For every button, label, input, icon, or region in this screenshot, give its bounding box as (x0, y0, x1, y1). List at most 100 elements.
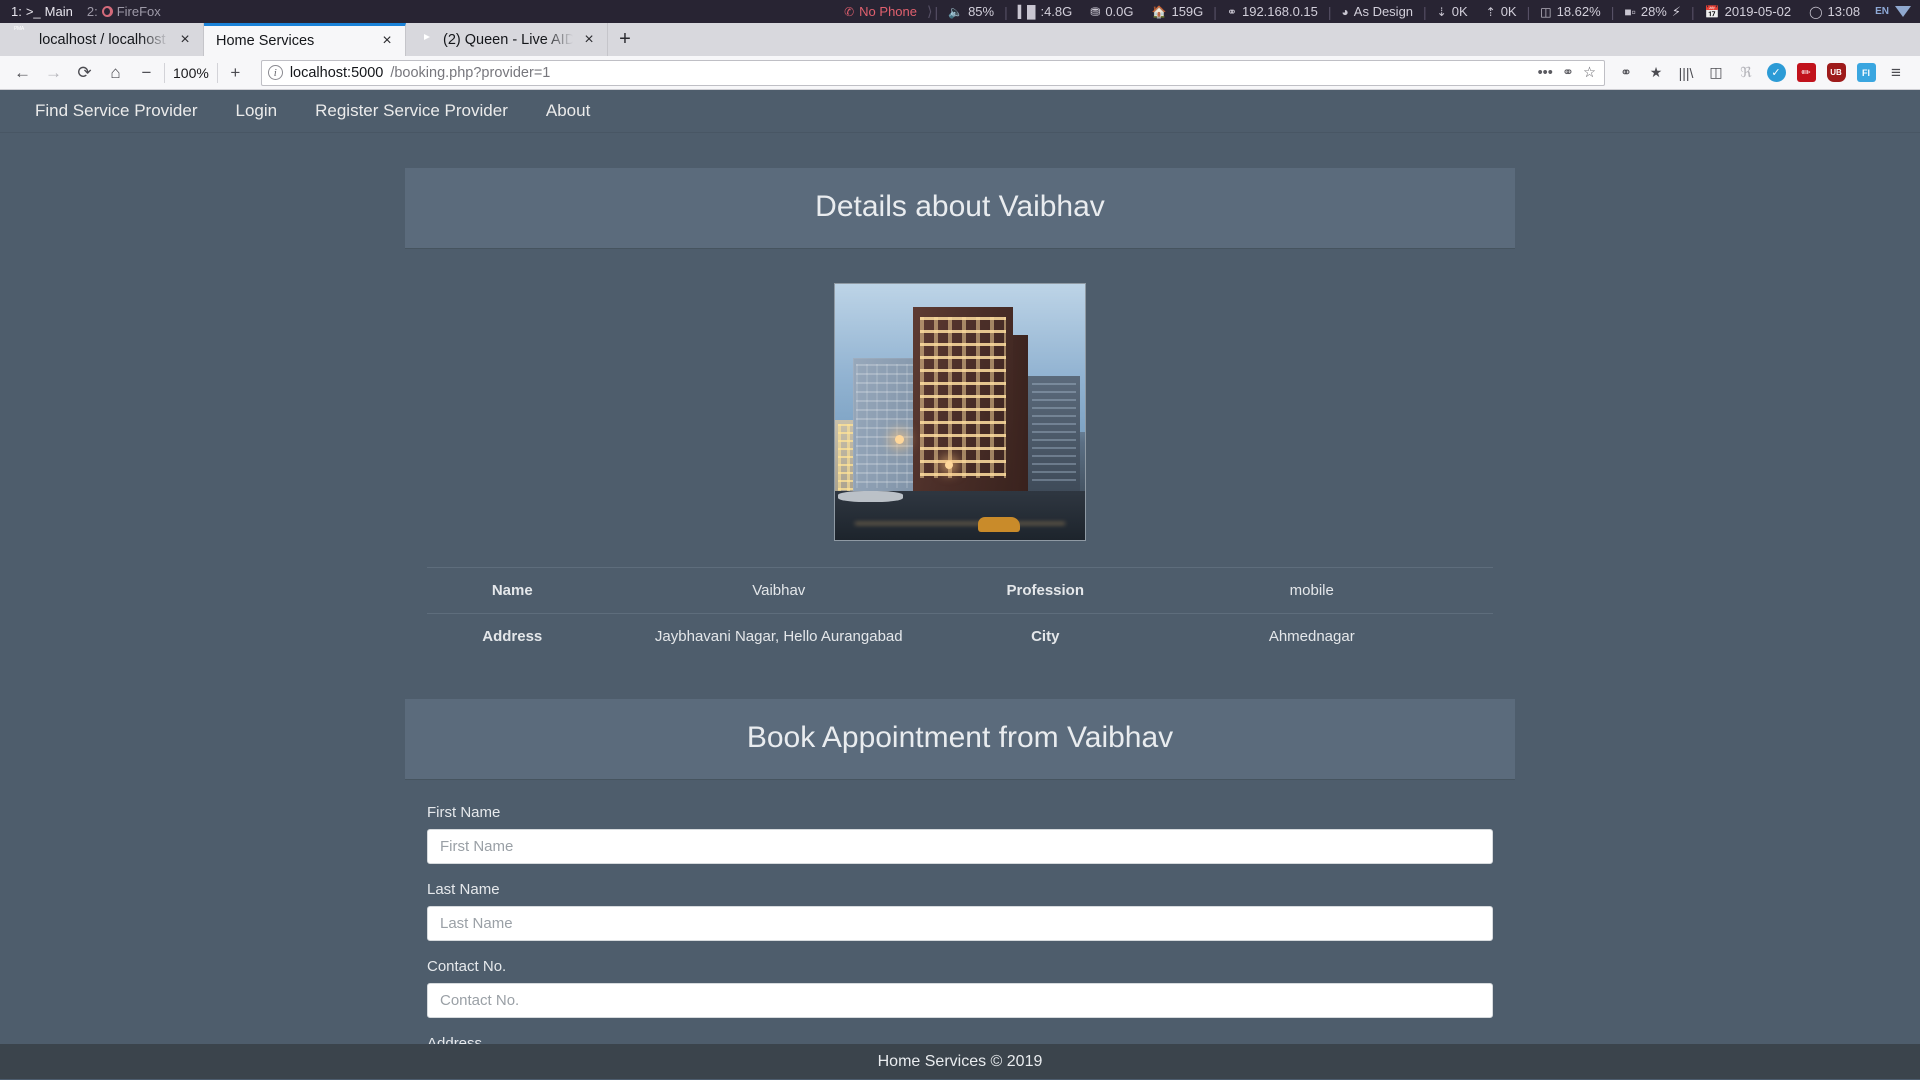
nav-about[interactable]: About (527, 90, 609, 132)
tray-upload-speed[interactable]: ⇡ 0K (1477, 0, 1526, 23)
detail-value-city: Ahmednagar (1130, 613, 1493, 659)
browser-chrome: localhost / localhost / se × Home Servic… (0, 23, 1920, 90)
tray-label: 0K (1451, 4, 1468, 19)
nav-find-service-provider[interactable]: Find Service Provider (16, 90, 217, 132)
language-indicator[interactable]: EN (1869, 6, 1895, 17)
site-info-icon[interactable]: i (267, 65, 283, 80)
extension-toolbar: ⚭ ★ |||\ ◫ ℜ ✓ ✏ UB Fl ≡ (1613, 60, 1913, 86)
tray-label: 0K (1500, 4, 1517, 19)
tray-label: 2019-05-02 (1724, 4, 1792, 19)
close-icon[interactable]: × (177, 31, 193, 48)
field-group-first-name: First Name (427, 804, 1493, 864)
web-page-viewport: Find Service Provider Login Register Ser… (0, 90, 1920, 1079)
tray-label: 85% (968, 4, 995, 19)
save-to-pocket-icon[interactable]: ⚭ (1562, 65, 1574, 81)
photo-building-main (912, 307, 1013, 497)
page-actions-icon[interactable]: ••• (1538, 65, 1553, 81)
details-card: Details about Vaibhav Name Vaibhav Profe… (405, 168, 1515, 677)
tab-title: (2) Queen - Live AID 198 (443, 31, 573, 48)
details-card-header: Details about Vaibhav (405, 168, 1515, 249)
workspace-label: Main (44, 4, 73, 19)
table-row: Name Vaibhav Profession mobile (427, 567, 1493, 614)
detail-key-name: Name (427, 567, 598, 614)
forward-button[interactable]: → (38, 58, 69, 88)
zoom-in-button[interactable]: + (220, 58, 251, 88)
speaker-icon: 🔈 (948, 4, 964, 19)
url-path: /booking.php?provider=1 (390, 64, 551, 81)
workspace-index: 2: (86, 4, 98, 19)
label-first-name: First Name (427, 804, 501, 821)
phpmyadmin-icon (14, 31, 31, 48)
browser-tab-home-services[interactable]: Home Services × (204, 23, 406, 56)
tray-download-speed[interactable]: ⇣ 0K (1428, 0, 1477, 23)
site-navbar: Find Service Provider Login Register Ser… (0, 90, 1920, 132)
home-icon: 🏠 (1151, 4, 1167, 19)
home-button[interactable]: ⌂ (100, 58, 131, 88)
tray-expand-icon[interactable] (1895, 6, 1911, 17)
tray-clock[interactable]: ◯ 13:08 (1800, 0, 1869, 23)
tray-date[interactable]: 📅 2019-05-02 (1696, 0, 1800, 23)
sidebar-icon[interactable]: ◫ (1703, 60, 1729, 86)
calendar-icon: 📅 (1704, 4, 1720, 19)
close-icon[interactable]: × (379, 33, 395, 49)
tab-title: Home Services (216, 33, 315, 49)
reader-icon[interactable]: ℜ (1733, 60, 1759, 86)
script-blocker-icon[interactable]: ✏ (1793, 60, 1819, 86)
graph-icon: ▍█ (1017, 4, 1036, 19)
tray-label: :4.8G (1040, 4, 1073, 19)
hamburger-menu-icon[interactable]: ≡ (1883, 60, 1909, 86)
photo-streetlight (945, 460, 953, 469)
system-tray: ✆ No Phone ⟩ | 🔈 85% | ▍█ :4.8G ⛃ 0.0G 🏠… (835, 0, 1920, 23)
pocket-list-icon[interactable]: ★ (1643, 60, 1669, 86)
tray-memory[interactable]: ◫ 18.62% (1531, 0, 1609, 23)
booking-form: First Name Last Name Contact No. Address (405, 780, 1515, 1079)
first-name-input[interactable] (427, 829, 1493, 864)
detail-key-profession: Profession (959, 567, 1131, 614)
zoom-out-button[interactable]: − (131, 58, 162, 88)
tray-home-storage[interactable]: 🏠 159G (1143, 0, 1213, 23)
provider-photo (834, 283, 1086, 541)
new-tab-button[interactable]: + (608, 23, 642, 56)
detail-key-address: Address (427, 613, 598, 659)
tray-wifi[interactable]: ◕ As Design (1333, 0, 1423, 23)
download-icon: ⇣ (1436, 4, 1447, 19)
url-bar[interactable]: i localhost:5000/booking.php?provider=1 … (260, 59, 1605, 86)
nav-register-service-provider[interactable]: Register Service Provider (296, 90, 527, 132)
tray-label: 159G (1171, 4, 1204, 19)
browser-tab-phpmyadmin[interactable]: localhost / localhost / se × (2, 23, 204, 56)
tray-disk[interactable]: ⛃ 0.0G (1081, 0, 1142, 23)
link-icon: ⚭ (1226, 4, 1237, 19)
tab-strip: localhost / localhost / se × Home Servic… (0, 23, 1920, 56)
tray-battery[interactable]: ■▫ 28% ⚡ (1615, 0, 1690, 23)
lastpass-icon[interactable]: ⚭ (1613, 60, 1639, 86)
privacy-badger-icon[interactable]: ✓ (1763, 60, 1789, 86)
tray-ip-address[interactable]: ⚭ 192.168.0.15 (1218, 0, 1327, 23)
detail-value-name: Vaibhav (597, 567, 960, 614)
detail-key-city: City (959, 613, 1131, 659)
close-icon[interactable]: × (581, 31, 597, 48)
tray-label: 18.62% (1556, 4, 1601, 19)
flash-icon[interactable]: Fl (1853, 60, 1879, 86)
workspace-main[interactable]: 1: >_ Main (4, 0, 80, 23)
ublock-origin-icon[interactable]: UB (1823, 60, 1849, 86)
tray-network-graph[interactable]: ▍█ :4.8G (1009, 0, 1082, 23)
disk-icon: ⛃ (1090, 4, 1101, 19)
library-icon[interactable]: |||\ (1673, 60, 1699, 86)
booking-card-title: Book Appointment from Vaibhav (746, 721, 1174, 754)
tray-volume[interactable]: 🔈 85% (939, 0, 1003, 23)
browser-tab-youtube[interactable]: (2) Queen - Live AID 198 × (406, 23, 608, 56)
workspace-firefox[interactable]: 2: FireFox (80, 0, 168, 23)
workspace-label: FireFox (116, 4, 161, 19)
contact-no-input[interactable] (427, 983, 1493, 1018)
zoom-level-label[interactable]: 100% (164, 62, 218, 83)
reload-button[interactable]: ⟳ (69, 58, 100, 88)
battery-icon: ■▫ (1624, 4, 1636, 19)
booking-card-header: Book Appointment from Vaibhav (405, 699, 1515, 780)
back-button[interactable]: ← (7, 58, 38, 88)
tray-no-phone[interactable]: ✆ No Phone (835, 0, 926, 23)
details-card-body: Name Vaibhav Profession mobile Address J… (405, 249, 1515, 677)
last-name-input[interactable] (427, 906, 1493, 941)
tray-label: As Design (1353, 4, 1414, 19)
nav-login[interactable]: Login (217, 90, 297, 132)
bookmark-star-icon[interactable]: ☆ (1583, 65, 1596, 81)
